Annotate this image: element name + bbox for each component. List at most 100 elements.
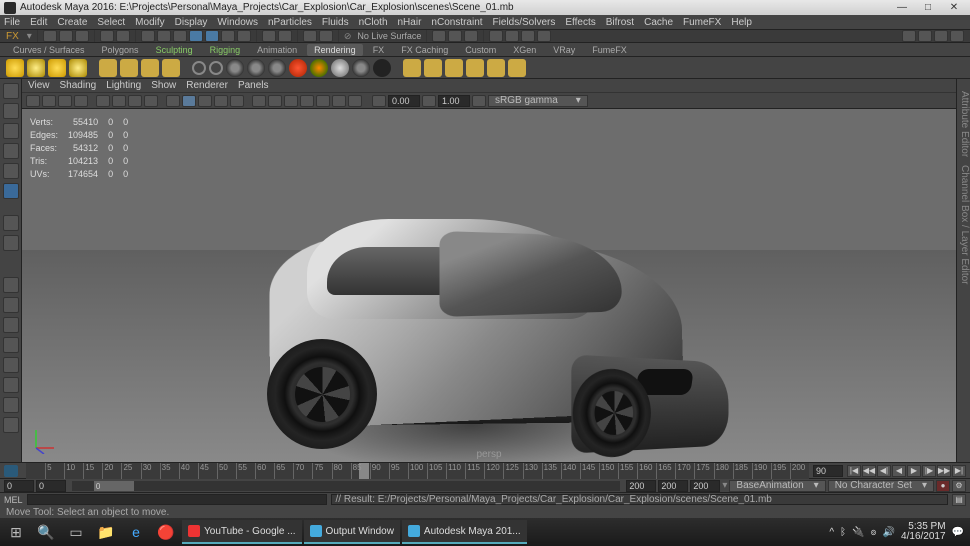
- lasso-button[interactable]: [157, 30, 171, 42]
- close-button[interactable]: ✕: [948, 2, 960, 14]
- task-view-icon[interactable]: ▭: [62, 520, 90, 544]
- step-back-key-button[interactable]: ◀◀: [862, 465, 876, 477]
- render-button[interactable]: [303, 30, 317, 42]
- batch-render-icon[interactable]: [141, 59, 159, 77]
- last-tool[interactable]: [3, 183, 19, 199]
- shelf-tab-fumefx[interactable]: FumeFX: [585, 44, 634, 56]
- snap-grid-button[interactable]: [189, 30, 203, 42]
- vpmenu-shading[interactable]: Shading: [60, 80, 97, 91]
- vp-gate-mask[interactable]: [144, 95, 158, 107]
- viewport-3d[interactable]: Verts:5541000Edges:10948500Faces:5431200…: [22, 109, 956, 462]
- vp-ao[interactable]: [300, 95, 314, 107]
- system-tray[interactable]: ^ ᛒ 🔌 ๏ 🔊 5:35 PM 4/16/2017 💬: [829, 522, 968, 542]
- ipr-shelf-icon[interactable]: [120, 59, 138, 77]
- menu-cache[interactable]: Cache: [644, 17, 673, 28]
- clock[interactable]: 5:35 PM 4/16/2017: [901, 522, 946, 542]
- vp-shaded[interactable]: [182, 95, 196, 107]
- go-to-start-button[interactable]: |◀: [847, 465, 861, 477]
- autokey-button[interactable]: ●: [936, 480, 950, 492]
- explorer-icon[interactable]: 📁: [92, 520, 120, 544]
- shader1-icon[interactable]: [192, 61, 206, 75]
- snap-curve-button[interactable]: [205, 30, 219, 42]
- vp-select-camera[interactable]: [26, 95, 40, 107]
- shelf-tab-curvessurfaces[interactable]: Curves / Surfaces: [6, 44, 92, 56]
- vp-wireframe[interactable]: [166, 95, 180, 107]
- snap-point-button[interactable]: [221, 30, 235, 42]
- taskbar-app-output[interactable]: Output Window: [304, 520, 400, 544]
- new-scene-button[interactable]: [43, 30, 57, 42]
- attribute-editor-tab[interactable]: Attribute Editor: [957, 87, 970, 161]
- select-tool[interactable]: [3, 83, 19, 99]
- shelf-tab-xgen[interactable]: XGen: [506, 44, 543, 56]
- shader-red-icon[interactable]: [289, 59, 307, 77]
- menu-edit[interactable]: Edit: [30, 17, 47, 28]
- lasso-tool[interactable]: [3, 103, 19, 119]
- layout-two-h[interactable]: [3, 317, 19, 333]
- channel-box-tab[interactable]: Channel Box / Layer Editor: [957, 161, 970, 289]
- vp-exposure-field[interactable]: [388, 95, 420, 107]
- menu-ncloth[interactable]: nCloth: [359, 17, 388, 28]
- menu-help[interactable]: Help: [731, 17, 752, 28]
- menu-bifrost[interactable]: Bifrost: [606, 17, 634, 28]
- vp-lights[interactable]: [214, 95, 228, 107]
- menu-fumefx[interactable]: FumeFX: [683, 17, 721, 28]
- vp-isolate[interactable]: [252, 95, 266, 107]
- tex4-icon[interactable]: [466, 59, 484, 77]
- shelf-tab-vray[interactable]: VRay: [546, 44, 582, 56]
- vp-exposure-icon[interactable]: [372, 95, 386, 107]
- shader-ramp-icon[interactable]: [310, 59, 328, 77]
- chrome-icon[interactable]: 🔴: [152, 520, 180, 544]
- vp-aa[interactable]: [332, 95, 346, 107]
- vp-gamma-field[interactable]: [438, 95, 470, 107]
- toggle-panel-3[interactable]: [950, 30, 964, 42]
- layout-button-1[interactable]: [432, 30, 446, 42]
- current-frame-field[interactable]: [813, 465, 843, 477]
- tex3-icon[interactable]: [445, 59, 463, 77]
- tex5-icon[interactable]: [487, 59, 505, 77]
- shelf-tab-sculpting[interactable]: Sculpting: [149, 44, 200, 56]
- vpmenu-show[interactable]: Show: [151, 80, 176, 91]
- layout-button-3[interactable]: [464, 30, 478, 42]
- vp-colorspace-icon[interactable]: [472, 95, 486, 107]
- start-button[interactable]: ⊞: [2, 520, 30, 544]
- point-light-icon[interactable]: [27, 59, 45, 77]
- range-end-field[interactable]: [626, 480, 656, 492]
- history2-button[interactable]: [278, 30, 292, 42]
- tray-volume-icon[interactable]: 🔊: [883, 527, 895, 538]
- live-surface-label[interactable]: No Live Surface: [357, 31, 421, 41]
- account-button[interactable]: [902, 30, 916, 42]
- workspace-dropdown[interactable]: FX: [6, 31, 19, 42]
- step-forward-button[interactable]: |▶: [922, 465, 936, 477]
- layout-persp-graph[interactable]: [3, 377, 19, 393]
- vpmenu-view[interactable]: View: [28, 80, 50, 91]
- vp-grid[interactable]: [96, 95, 110, 107]
- panel-button-2[interactable]: [505, 30, 519, 42]
- vp-dof[interactable]: [348, 95, 362, 107]
- shader6-icon[interactable]: [352, 59, 370, 77]
- layout-four[interactable]: [3, 297, 19, 313]
- scale-tool[interactable]: [3, 163, 19, 179]
- layout-single[interactable]: [3, 277, 19, 293]
- shelf-tab-animation[interactable]: Animation: [250, 44, 304, 56]
- render-shelf-icon[interactable]: [99, 59, 117, 77]
- menu-fluids[interactable]: Fluids: [322, 17, 349, 28]
- shader-dark-icon[interactable]: [373, 59, 391, 77]
- vpmenu-renderer[interactable]: Renderer: [186, 80, 228, 91]
- menu-effects[interactable]: Effects: [565, 17, 595, 28]
- panel-button-4[interactable]: [537, 30, 551, 42]
- tray-power-icon[interactable]: 🔌: [852, 527, 864, 538]
- render-settings-icon[interactable]: [162, 59, 180, 77]
- notifications-icon[interactable]: 💬: [952, 527, 964, 538]
- spot-light-icon[interactable]: [48, 59, 66, 77]
- select-mode-button[interactable]: [141, 30, 155, 42]
- tray-network-icon[interactable]: ๏: [870, 525, 876, 540]
- go-to-end-button[interactable]: ▶|: [952, 465, 966, 477]
- search-icon[interactable]: 🔍: [32, 520, 60, 544]
- vp-gamma-icon[interactable]: [422, 95, 436, 107]
- shader5-icon[interactable]: [268, 59, 286, 77]
- redo-button[interactable]: [116, 30, 130, 42]
- range-handle[interactable]: 0: [94, 481, 134, 491]
- vp-bookmarks[interactable]: [58, 95, 72, 107]
- tray-up-icon[interactable]: ^: [829, 527, 834, 538]
- layout-two-v[interactable]: [3, 337, 19, 353]
